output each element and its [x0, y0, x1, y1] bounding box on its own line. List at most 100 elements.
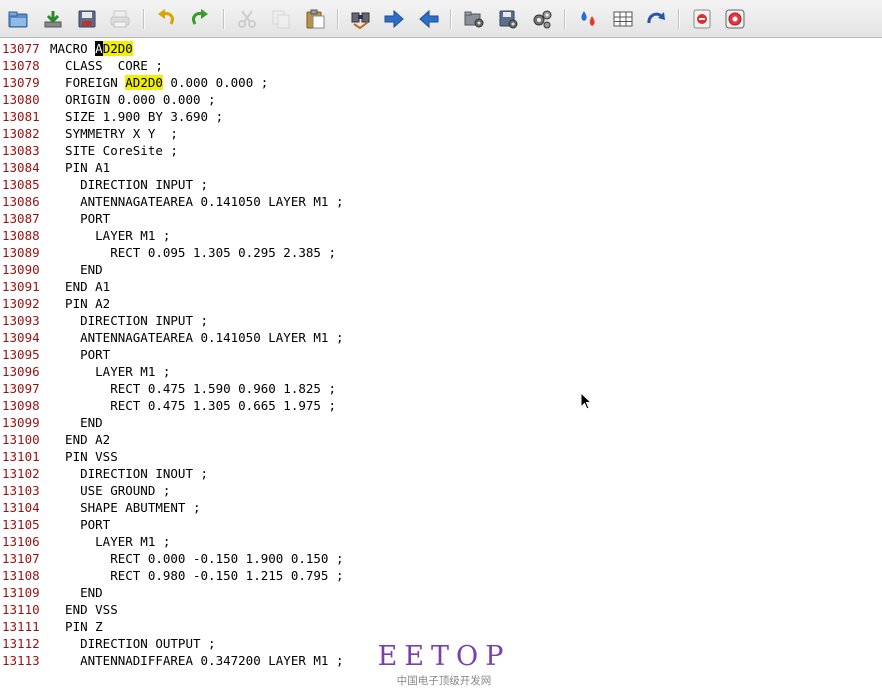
line-text: LAYER M1 ;	[50, 534, 171, 549]
rotate-button[interactable]	[644, 7, 668, 31]
paste-button[interactable]	[303, 7, 327, 31]
line-text: RECT 0.980 -0.150 1.215 0.795 ;	[50, 568, 344, 583]
eetop-watermark: EETOP 中国电子顶级开发网	[374, 642, 514, 688]
line-number: 13077	[2, 41, 40, 56]
help-icon	[725, 9, 745, 29]
line-number: 13094	[2, 330, 40, 345]
line-text: ANTENNAGATEAREA 0.141050 LAYER M1 ;	[50, 330, 344, 345]
copy-icon	[272, 10, 290, 29]
line-text: RECT 0.095 1.305 0.295 2.385 ;	[50, 245, 336, 260]
save-button[interactable]	[75, 7, 99, 31]
line-number: 13105	[2, 517, 40, 532]
line-number: 13086	[2, 194, 40, 209]
redo-button[interactable]	[187, 7, 211, 31]
toolbar-separator	[223, 9, 225, 29]
color-drop-icon	[581, 11, 595, 26]
open-folder-button[interactable]	[6, 7, 30, 31]
toolbar-separator	[564, 9, 566, 29]
table-button[interactable]	[611, 7, 635, 31]
cut-icon	[238, 10, 256, 28]
line-text: SHAPE ABUTMENT ;	[50, 500, 201, 515]
line-text: END	[50, 585, 103, 600]
print-button[interactable]	[108, 7, 132, 31]
line-text: PORT	[50, 517, 111, 532]
save-settings-icon	[499, 10, 518, 29]
line-number: 13100	[2, 432, 40, 447]
print-icon	[110, 10, 130, 28]
line-text: END A1	[50, 279, 111, 294]
color-drop-button[interactable]	[576, 7, 600, 31]
line-number: 13084	[2, 160, 40, 175]
line-number: 13103	[2, 483, 40, 498]
find-button[interactable]	[349, 7, 373, 31]
line-number: 13099	[2, 415, 40, 430]
line-number: 13090	[2, 262, 40, 277]
text-cursor: A	[95, 41, 103, 56]
toolbar-separator	[143, 9, 145, 29]
open-folder-icon	[8, 11, 28, 28]
line-number: 13107	[2, 551, 40, 566]
text-editor[interactable]: 13077 MACRO AD2D0 13078 CLASS CORE ; 13079 …	[0, 40, 882, 694]
line-number: 13102	[2, 466, 40, 481]
toolbar	[0, 0, 882, 38]
line-text: DIRECTION INPUT ;	[50, 313, 209, 328]
watermark-tagline: 中国电子顶级开发网	[396, 675, 492, 687]
line-number: 13101	[2, 449, 40, 464]
stop-button[interactable]	[690, 7, 714, 31]
line-number: 13093	[2, 313, 40, 328]
undo-button[interactable]	[155, 7, 179, 31]
line-number: 13112	[2, 636, 40, 651]
mouse-pointer-icon	[580, 392, 592, 410]
line-number: 13098	[2, 398, 40, 413]
help-button[interactable]	[723, 7, 747, 31]
line-text: DIRECTION INPUT ;	[50, 177, 209, 192]
line-number: 13079	[2, 75, 40, 90]
line-number: 13097	[2, 381, 40, 396]
paste-icon	[306, 9, 325, 29]
find-icon	[351, 12, 370, 30]
line-text: PORT	[50, 347, 111, 362]
folder-settings-button[interactable]	[462, 7, 486, 31]
rotate-icon	[647, 12, 665, 24]
line-text: USE GROUND ;	[50, 483, 171, 498]
line-text: RECT 0.475 1.305 0.665 1.975 ;	[50, 398, 336, 413]
line-text: END VSS	[50, 602, 118, 617]
folder-settings-icon	[464, 11, 484, 28]
stop-icon	[693, 9, 711, 29]
undo-icon	[158, 9, 174, 25]
watermark-logo: EETOP	[377, 641, 511, 672]
line-number: 13110	[2, 602, 40, 617]
gears-icon	[533, 10, 552, 29]
line-number: 13083	[2, 143, 40, 158]
line-text: LAYER M1 ;	[50, 364, 171, 379]
download-button[interactable]	[41, 7, 65, 31]
line-text: RECT 0.000 -0.150 1.900 0.150 ;	[50, 551, 344, 566]
line-number: 13078	[2, 58, 40, 73]
line-text: CLASS CORE ;	[50, 58, 163, 73]
line-number: 13109	[2, 585, 40, 600]
line-number: 13111	[2, 619, 40, 634]
line-text: END	[50, 262, 103, 277]
line-text: PIN A2	[50, 296, 111, 311]
copy-button[interactable]	[269, 7, 293, 31]
line-text: PIN Z	[50, 619, 103, 634]
line-number: 13081	[2, 109, 40, 124]
line-text: SIZE 1.900 BY 3.690 ;	[50, 109, 224, 124]
line-number: 13088	[2, 228, 40, 243]
line-text: DIRECTION INOUT ;	[50, 466, 209, 481]
forward-arrow-button[interactable]	[382, 7, 406, 31]
line-text: DIRECTION OUTPUT ;	[50, 636, 216, 651]
back-arrow-button[interactable]	[417, 7, 441, 31]
line-text: ANTENNAGATEAREA 0.141050 LAYER M1 ;	[50, 194, 344, 209]
line-number: 13080	[2, 92, 40, 107]
save-settings-button[interactable]	[496, 7, 520, 31]
table-icon	[613, 11, 633, 27]
line-number: 13091	[2, 279, 40, 294]
line-number: 13095	[2, 347, 40, 362]
download-icon	[44, 11, 62, 28]
gears-button[interactable]	[530, 7, 554, 31]
line-text: FOREIGN AD2D0 0.000 0.000 ;	[50, 75, 269, 90]
cut-button[interactable]	[235, 7, 259, 31]
line-text: END A2	[50, 432, 111, 447]
forward-arrow-icon	[384, 9, 404, 29]
